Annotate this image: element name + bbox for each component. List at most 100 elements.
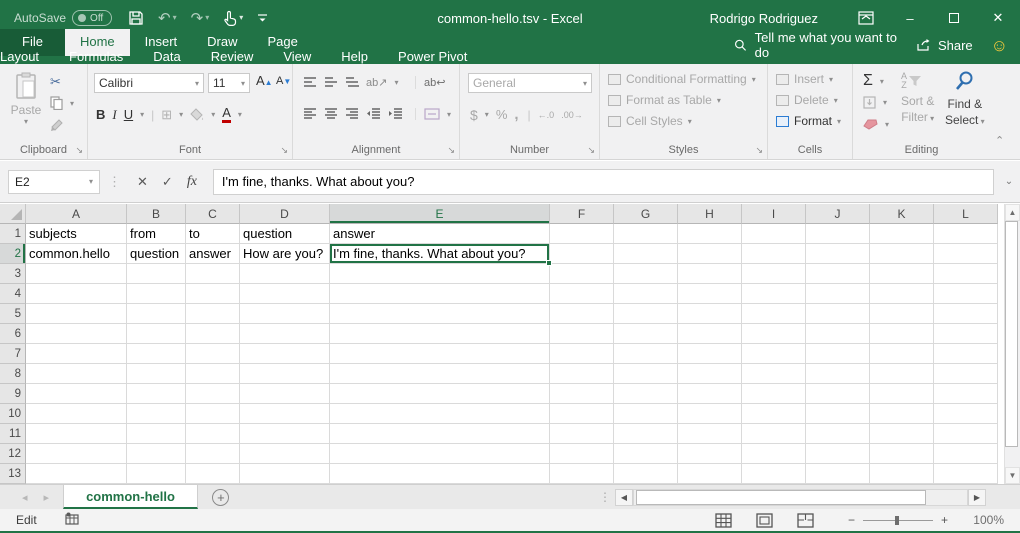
- row-header-6[interactable]: 6: [0, 324, 26, 344]
- cell-L4[interactable]: [934, 284, 998, 304]
- cell-F7[interactable]: [550, 344, 614, 364]
- autosave-toggle[interactable]: AutoSave Off: [14, 10, 112, 26]
- redo-button[interactable]: ↷ ▾: [191, 11, 210, 26]
- column-header-H[interactable]: H: [678, 204, 742, 224]
- cell-A9[interactable]: [26, 384, 127, 404]
- cell-J8[interactable]: [806, 364, 870, 384]
- cell-B13[interactable]: [127, 464, 186, 484]
- insert-function-icon[interactable]: fx: [187, 174, 197, 190]
- fill-handle[interactable]: [546, 260, 552, 266]
- scroll-down-icon[interactable]: ▼: [1005, 467, 1020, 484]
- row-header-5[interactable]: 5: [0, 304, 26, 324]
- cell-styles-button[interactable]: Cell Styles▾: [608, 114, 767, 128]
- cell-H12[interactable]: [678, 444, 742, 464]
- cell-J10[interactable]: [806, 404, 870, 424]
- cell-E13[interactable]: [330, 464, 550, 484]
- undo-button[interactable]: ↶ ▾: [158, 11, 177, 26]
- cell-H4[interactable]: [678, 284, 742, 304]
- cell-F3[interactable]: [550, 264, 614, 284]
- zoom-slider[interactable]: − +: [848, 513, 948, 527]
- cell-E1[interactable]: answer: [330, 224, 550, 244]
- cell-K3[interactable]: [870, 264, 934, 284]
- column-header-B[interactable]: B: [127, 204, 186, 224]
- cell-J12[interactable]: [806, 444, 870, 464]
- horizontal-scrollbar-thumb[interactable]: [636, 490, 926, 505]
- clipboard-dialog-launcher-icon[interactable]: ↘: [75, 145, 83, 156]
- cell-K5[interactable]: [870, 304, 934, 324]
- autosave-switch[interactable]: Off: [72, 10, 112, 26]
- cell-B8[interactable]: [127, 364, 186, 384]
- cell-A12[interactable]: [26, 444, 127, 464]
- cell-H10[interactable]: [678, 404, 742, 424]
- cell-L7[interactable]: [934, 344, 998, 364]
- cell-J11[interactable]: [806, 424, 870, 444]
- copy-button[interactable]: ▾: [50, 96, 74, 110]
- cell-G3[interactable]: [614, 264, 678, 284]
- vertical-scrollbar-thumb[interactable]: [1005, 221, 1018, 447]
- cell-L6[interactable]: [934, 324, 998, 344]
- cell-B11[interactable]: [127, 424, 186, 444]
- cell-C13[interactable]: [186, 464, 240, 484]
- cell-B1[interactable]: from: [127, 224, 186, 244]
- zoom-percentage[interactable]: 100%: [968, 513, 1004, 527]
- cell-B9[interactable]: [127, 384, 186, 404]
- cell-G4[interactable]: [614, 284, 678, 304]
- column-header-I[interactable]: I: [742, 204, 806, 224]
- save-icon[interactable]: [128, 10, 144, 26]
- decrease-indent-icon[interactable]: [366, 108, 381, 119]
- cell-C3[interactable]: [186, 264, 240, 284]
- row-header-2[interactable]: 2: [0, 244, 26, 264]
- cell-I1[interactable]: [742, 224, 806, 244]
- cell-A11[interactable]: [26, 424, 127, 444]
- cell-A6[interactable]: [26, 324, 127, 344]
- cell-L13[interactable]: [934, 464, 998, 484]
- cell-I12[interactable]: [742, 444, 806, 464]
- cell-G5[interactable]: [614, 304, 678, 324]
- cell-C6[interactable]: [186, 324, 240, 344]
- format-painter-button[interactable]: [50, 118, 64, 135]
- cell-G2[interactable]: [614, 244, 678, 264]
- cell-D12[interactable]: [240, 444, 330, 464]
- cell-I3[interactable]: [742, 264, 806, 284]
- horizontal-scrollbar[interactable]: ◀ ▶: [615, 485, 990, 509]
- cell-E11[interactable]: [330, 424, 550, 444]
- cell-F10[interactable]: [550, 404, 614, 424]
- cell-K8[interactable]: [870, 364, 934, 384]
- cell-F8[interactable]: [550, 364, 614, 384]
- cell-H11[interactable]: [678, 424, 742, 444]
- cell-A10[interactable]: [26, 404, 127, 424]
- number-format-select[interactable]: General ▾: [468, 73, 592, 93]
- cell-L3[interactable]: [934, 264, 998, 284]
- cell-L9[interactable]: [934, 384, 998, 404]
- fill-down-icon[interactable]: [863, 96, 876, 109]
- cell-D8[interactable]: [240, 364, 330, 384]
- column-header-K[interactable]: K: [870, 204, 934, 224]
- share-button[interactable]: Share: [916, 38, 973, 53]
- cell-L12[interactable]: [934, 444, 998, 464]
- cell-L8[interactable]: [934, 364, 998, 384]
- cell-A7[interactable]: [26, 344, 127, 364]
- cell-B3[interactable]: [127, 264, 186, 284]
- name-box-dropdown-icon[interactable]: ▾: [89, 177, 93, 186]
- touch-mouse-mode-button[interactable]: ▾: [223, 10, 243, 26]
- cell-F4[interactable]: [550, 284, 614, 304]
- row-header-10[interactable]: 10: [0, 404, 26, 424]
- paste-button[interactable]: Paste ▾: [8, 72, 44, 126]
- cell-A13[interactable]: [26, 464, 127, 484]
- select-all-corner[interactable]: [0, 204, 26, 224]
- cell-J9[interactable]: [806, 384, 870, 404]
- copy-dropdown-icon[interactable]: ▾: [70, 99, 74, 108]
- prev-sheet-icon[interactable]: ◂: [22, 491, 28, 504]
- cell-C9[interactable]: [186, 384, 240, 404]
- cell-D13[interactable]: [240, 464, 330, 484]
- cell-E12[interactable]: [330, 444, 550, 464]
- redo-dropdown-icon[interactable]: ▾: [205, 14, 209, 22]
- cell-H5[interactable]: [678, 304, 742, 324]
- font-color-button[interactable]: A: [222, 106, 231, 123]
- cell-D1[interactable]: question: [240, 224, 330, 244]
- cell-G1[interactable]: [614, 224, 678, 244]
- cell-I10[interactable]: [742, 404, 806, 424]
- confirm-entry-icon[interactable]: ✓: [162, 174, 173, 190]
- cell-F12[interactable]: [550, 444, 614, 464]
- fill-color-icon[interactable]: [190, 108, 204, 121]
